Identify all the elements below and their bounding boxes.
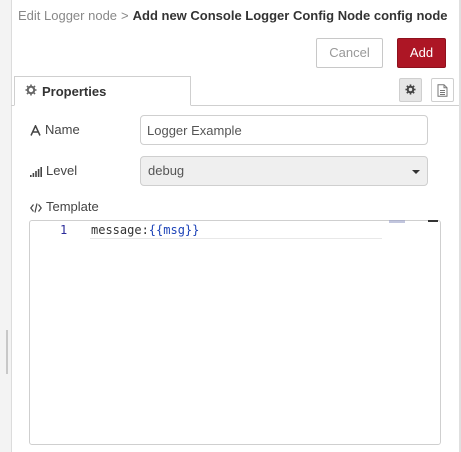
name-label: Name bbox=[30, 122, 80, 137]
line-number: 1 bbox=[60, 223, 68, 237]
description-tab-button[interactable] bbox=[431, 78, 454, 102]
level-select-value: debug bbox=[148, 163, 185, 178]
breadcrumb-parent[interactable]: Edit Logger node bbox=[18, 8, 117, 23]
page-title: Add new Console Logger Config Node confi… bbox=[132, 8, 448, 23]
signal-bars-icon bbox=[30, 163, 46, 178]
breadcrumb-separator: > bbox=[121, 8, 129, 23]
editor-scrollbar[interactable] bbox=[428, 220, 438, 222]
resize-handle[interactable] bbox=[6, 330, 8, 374]
chevron-down-icon bbox=[412, 170, 420, 174]
code-key: message: bbox=[91, 223, 149, 237]
cancel-button[interactable]: Cancel bbox=[316, 38, 383, 68]
name-input[interactable] bbox=[140, 115, 428, 145]
node-settings-tab-button[interactable] bbox=[399, 78, 422, 102]
template-code-editor[interactable]: 1 message:{{msg}} bbox=[29, 220, 441, 445]
code-template-expression: {{msg}} bbox=[148, 223, 200, 237]
breadcrumb: Edit Logger node > Add new Console Logger … bbox=[18, 8, 448, 23]
code-icon bbox=[30, 199, 46, 214]
template-label: Template bbox=[30, 199, 99, 214]
add-button[interactable]: Add bbox=[397, 38, 446, 68]
code-line[interactable]: message:{{msg}} bbox=[91, 223, 199, 237]
editor-minimap[interactable] bbox=[389, 220, 405, 223]
properties-tray: Properties Name Level debug Template 1 m… bbox=[11, 76, 459, 452]
letter-a-icon bbox=[30, 122, 45, 137]
tab-label: Properties bbox=[42, 84, 107, 99]
level-select[interactable]: debug bbox=[140, 156, 428, 186]
tab-properties[interactable]: Properties bbox=[14, 76, 191, 106]
level-label: Level bbox=[30, 163, 77, 178]
gear-icon bbox=[25, 84, 37, 96]
